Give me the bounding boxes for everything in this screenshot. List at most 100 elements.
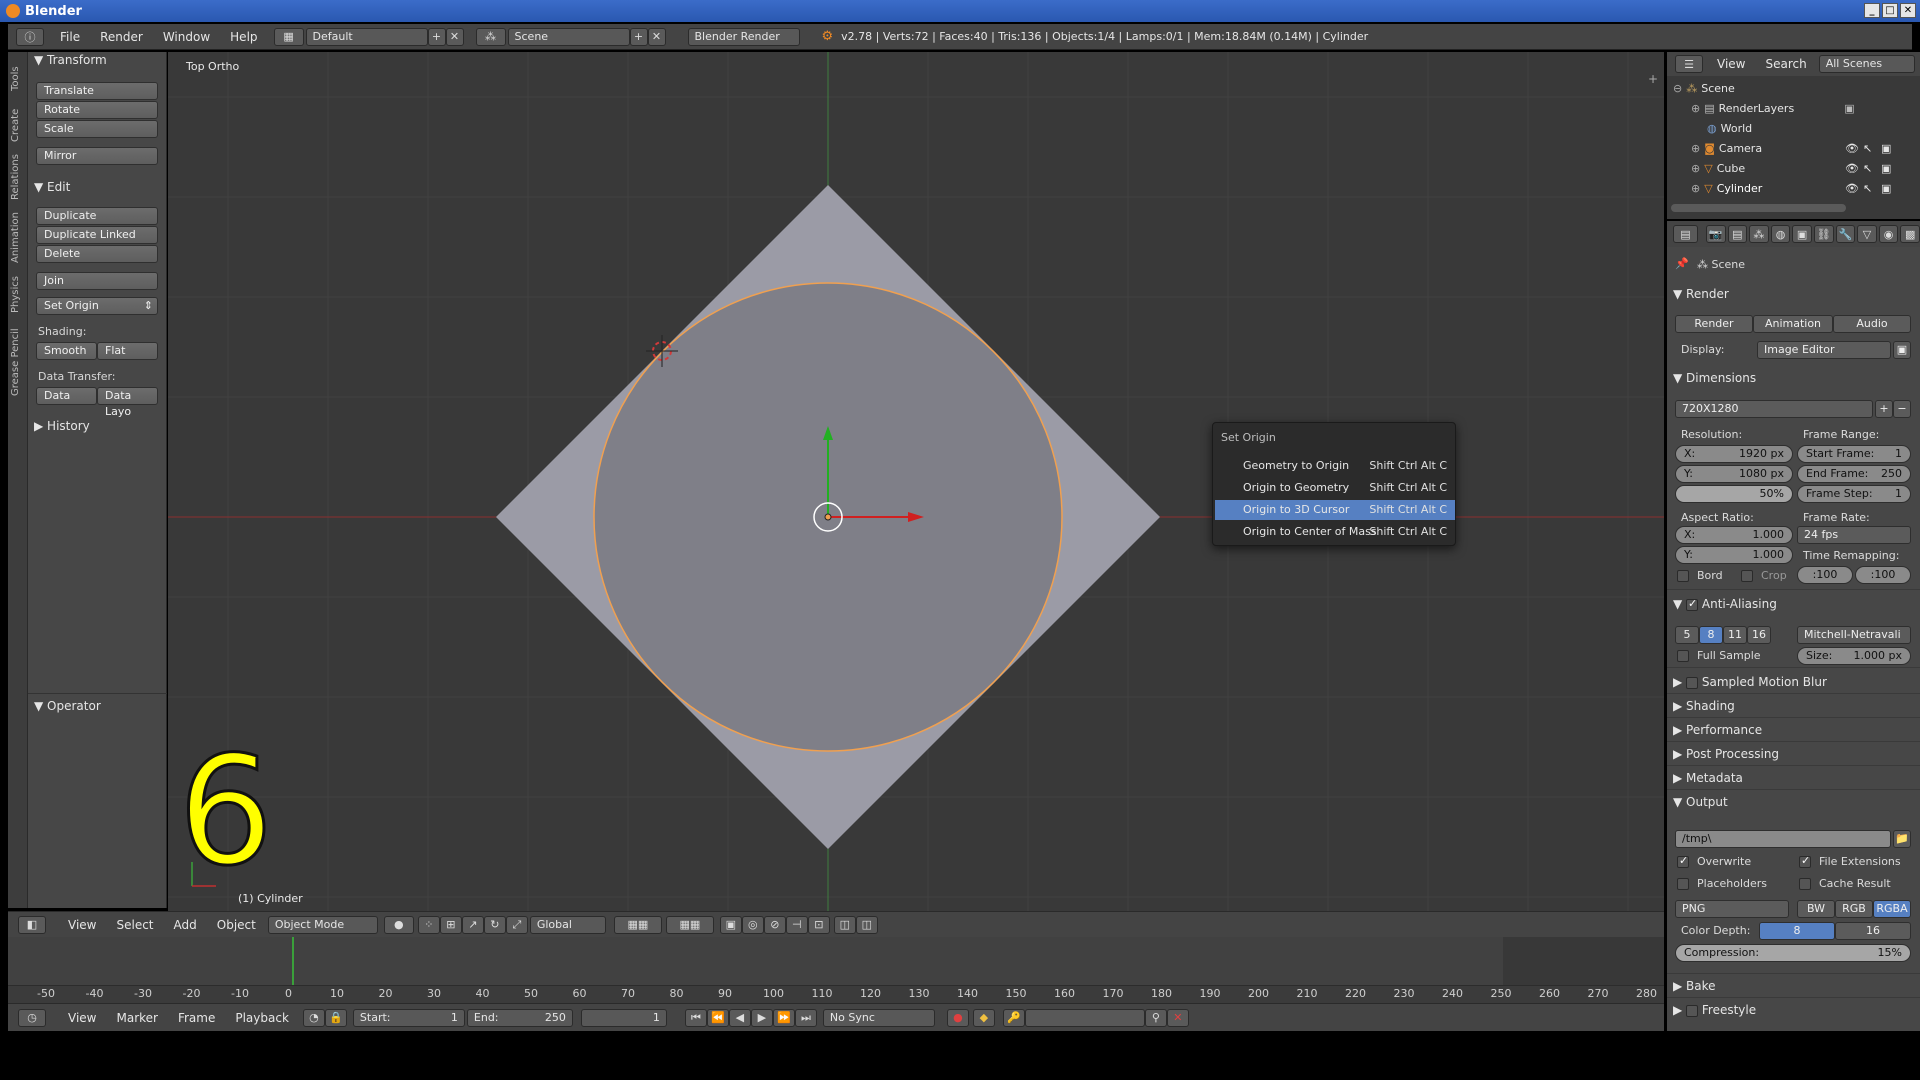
pin-icon[interactable]: 📌 [1675, 257, 1689, 270]
toggle-sidebar-icon[interactable]: + [1648, 72, 1658, 86]
selectable-arrow-icon[interactable]: ↖ [1863, 142, 1872, 155]
translate-manipulator-icon[interactable]: ↗ [461, 915, 484, 934]
renderable-camera-icon[interactable]: ▣ [1881, 162, 1891, 175]
aspect-y-field[interactable]: Y: 1.000 [1675, 546, 1793, 564]
start-frame-property[interactable]: Start Frame: 1 [1797, 445, 1911, 463]
snap-target-icon[interactable]: ⊡ [807, 915, 830, 934]
texture-tab-icon[interactable]: ▩ [1900, 225, 1920, 243]
data-tab-icon[interactable]: ▽ [1857, 225, 1877, 243]
outliner-menu-search[interactable]: Search [1755, 57, 1816, 71]
data-layout-button[interactable]: Data Layo [97, 387, 158, 418]
menu-add[interactable]: Add [164, 918, 207, 932]
jump-start-icon[interactable]: ⏮ [684, 1008, 707, 1027]
menu-playback[interactable]: Playback [225, 1011, 299, 1025]
compression-slider[interactable]: Compression: 15% [1675, 944, 1911, 962]
tab-grease-pencil[interactable]: Grease Pencil [10, 322, 26, 402]
menu-view[interactable]: View [58, 918, 106, 932]
menu-render[interactable]: Render [90, 30, 153, 44]
snap-element-icon[interactable]: ⊣ [785, 915, 808, 934]
aa-samples-5[interactable]: 5 [1675, 626, 1699, 644]
render-tab-icon[interactable]: 📷 [1705, 225, 1726, 243]
menu-window[interactable]: Window [153, 30, 220, 44]
play-icon[interactable]: ▶ [750, 1008, 773, 1027]
pivot-point-icon[interactable]: ⁘ [417, 915, 440, 934]
menu-object[interactable]: Object [207, 918, 266, 932]
outliner-scrollbar[interactable] [1671, 204, 1846, 212]
dimensions-panel-header[interactable]: ▼ Dimensions [1673, 371, 1756, 385]
editor-type-3dview-icon[interactable]: ◧ [18, 915, 46, 934]
editor-type-outliner-icon[interactable]: ☰ [1675, 55, 1703, 73]
outliner-menu-view[interactable]: View [1707, 57, 1755, 71]
aa-samples-11[interactable]: 11 [1723, 626, 1747, 644]
preview-range-icon[interactable]: ◔ [302, 1008, 325, 1027]
color-depth-16-button[interactable]: 16 [1835, 922, 1911, 940]
editor-type-info-icon[interactable]: ⓘ [16, 27, 44, 46]
rotate-manipulator-icon[interactable]: ↻ [483, 915, 506, 934]
menu-view-timeline[interactable]: View [58, 1011, 106, 1025]
tab-relations[interactable]: Relations [10, 150, 26, 204]
remove-preset-icon[interactable]: − [1893, 400, 1911, 418]
delete-keyframe-icon[interactable]: ✕ [1166, 1008, 1189, 1027]
anti-aliasing-checkbox[interactable] [1686, 597, 1699, 611]
jump-keyframe-back-icon[interactable]: ⏪ [706, 1008, 729, 1027]
expand-icon[interactable]: ⊕ [1691, 182, 1700, 195]
visibility-eye-icon[interactable]: 👁 [1845, 182, 1859, 195]
scene-tab-icon[interactable]: ⁂ [1749, 225, 1769, 243]
selectable-arrow-icon[interactable]: ↖ [1863, 162, 1872, 175]
remap-old-field[interactable]: :100 [1797, 566, 1853, 584]
resolution-x-field[interactable]: X: 1920 px [1675, 445, 1793, 463]
file-extensions-checkbox[interactable] [1799, 854, 1811, 868]
resolution-y-field[interactable]: Y: 1080 px [1675, 465, 1793, 483]
menu-item-origin-to-3d-cursor[interactable]: Origin to 3D Cursor Shift Ctrl Alt C [1215, 500, 1455, 520]
mode-select[interactable]: Object Mode [267, 915, 378, 934]
expand-icon[interactable]: ⊖ [1673, 82, 1682, 95]
outliner-row-scene[interactable]: ⊖ ⁂ Scene [1667, 78, 1920, 98]
frame-rate-select[interactable]: 24 fps [1797, 526, 1911, 544]
bake-panel-header[interactable]: ▶ Bake [1673, 979, 1716, 993]
renderable-camera-icon[interactable]: ▣ [1881, 182, 1891, 195]
render-engine-select[interactable]: Blender Render [687, 27, 800, 46]
output-path-input[interactable]: /tmp\ [1675, 830, 1891, 848]
lock-range-icon[interactable]: 🔒 [324, 1008, 347, 1027]
outliner-row-cube[interactable]: ⊕ ▽ Cube 👁 ↖ ▣ [1667, 158, 1920, 178]
menu-select[interactable]: Select [106, 918, 163, 932]
edit-panel-header[interactable]: ▼ Edit [34, 180, 70, 194]
motion-blur-panel-header[interactable]: ▶ Sampled Motion Blur [1673, 675, 1827, 689]
current-frame-field[interactable]: 1 [580, 1008, 667, 1027]
object-tab-icon[interactable]: ▣ [1792, 225, 1812, 243]
outliner-filter-select[interactable]: All Scenes [1818, 55, 1915, 73]
play-reverse-icon[interactable]: ◀ [728, 1008, 751, 1027]
minimize-button[interactable]: _ [1864, 3, 1880, 18]
duplicate-linked-button[interactable]: Duplicate Linked [36, 226, 158, 244]
end-frame-field[interactable]: End: 250 [466, 1008, 573, 1027]
lock-camera-icon[interactable]: ▣ [719, 915, 742, 934]
visibility-eye-icon[interactable]: 👁 [1845, 162, 1859, 175]
display-window-icon[interactable]: ▣ [1893, 341, 1911, 359]
menu-item-origin-to-center-of-mass[interactable]: Origin to Center of Mass Shift Ctrl Alt C [1215, 522, 1455, 542]
menu-help[interactable]: Help [220, 30, 267, 44]
scene-field[interactable]: Scene [507, 27, 630, 46]
remap-new-field[interactable]: :100 [1855, 566, 1911, 584]
flat-button[interactable]: Flat [97, 342, 158, 360]
render-panel-header[interactable]: ▼ Render [1673, 287, 1729, 301]
audio-button[interactable]: Audio [1833, 315, 1911, 333]
full-sample-checkbox[interactable] [1677, 650, 1689, 662]
expand-icon[interactable]: ⊕ [1691, 162, 1700, 175]
rotate-button[interactable]: Rotate [36, 101, 158, 119]
material-tab-icon[interactable]: ◉ [1878, 225, 1899, 243]
menu-item-geometry-to-origin[interactable]: Geometry to Origin Shift Ctrl Alt C [1215, 456, 1455, 476]
tab-physics[interactable]: Physics [10, 272, 26, 318]
outliner-row-renderlayers[interactable]: ⊕ ▤ RenderLayers ▣ [1667, 98, 1920, 118]
remove-scene-icon[interactable]: ✕ [647, 27, 666, 46]
render-button[interactable]: Render [1675, 315, 1753, 333]
editor-type-properties-icon[interactable]: ▤ [1673, 225, 1698, 243]
performance-panel-header[interactable]: ▶ Performance [1673, 723, 1762, 737]
visibility-eye-icon[interactable]: 👁 [1845, 142, 1859, 155]
editor-type-timeline-icon[interactable]: ◷ [18, 1008, 46, 1027]
menu-file[interactable]: File [50, 30, 90, 44]
snap-icon[interactable]: ⊘ [763, 915, 786, 934]
mirror-button[interactable]: Mirror [36, 147, 158, 165]
file-format-select[interactable]: PNG [1675, 900, 1789, 918]
modifiers-tab-icon[interactable]: 🔧 [1835, 225, 1856, 243]
resolution-percentage-slider[interactable]: 50% [1675, 485, 1793, 503]
